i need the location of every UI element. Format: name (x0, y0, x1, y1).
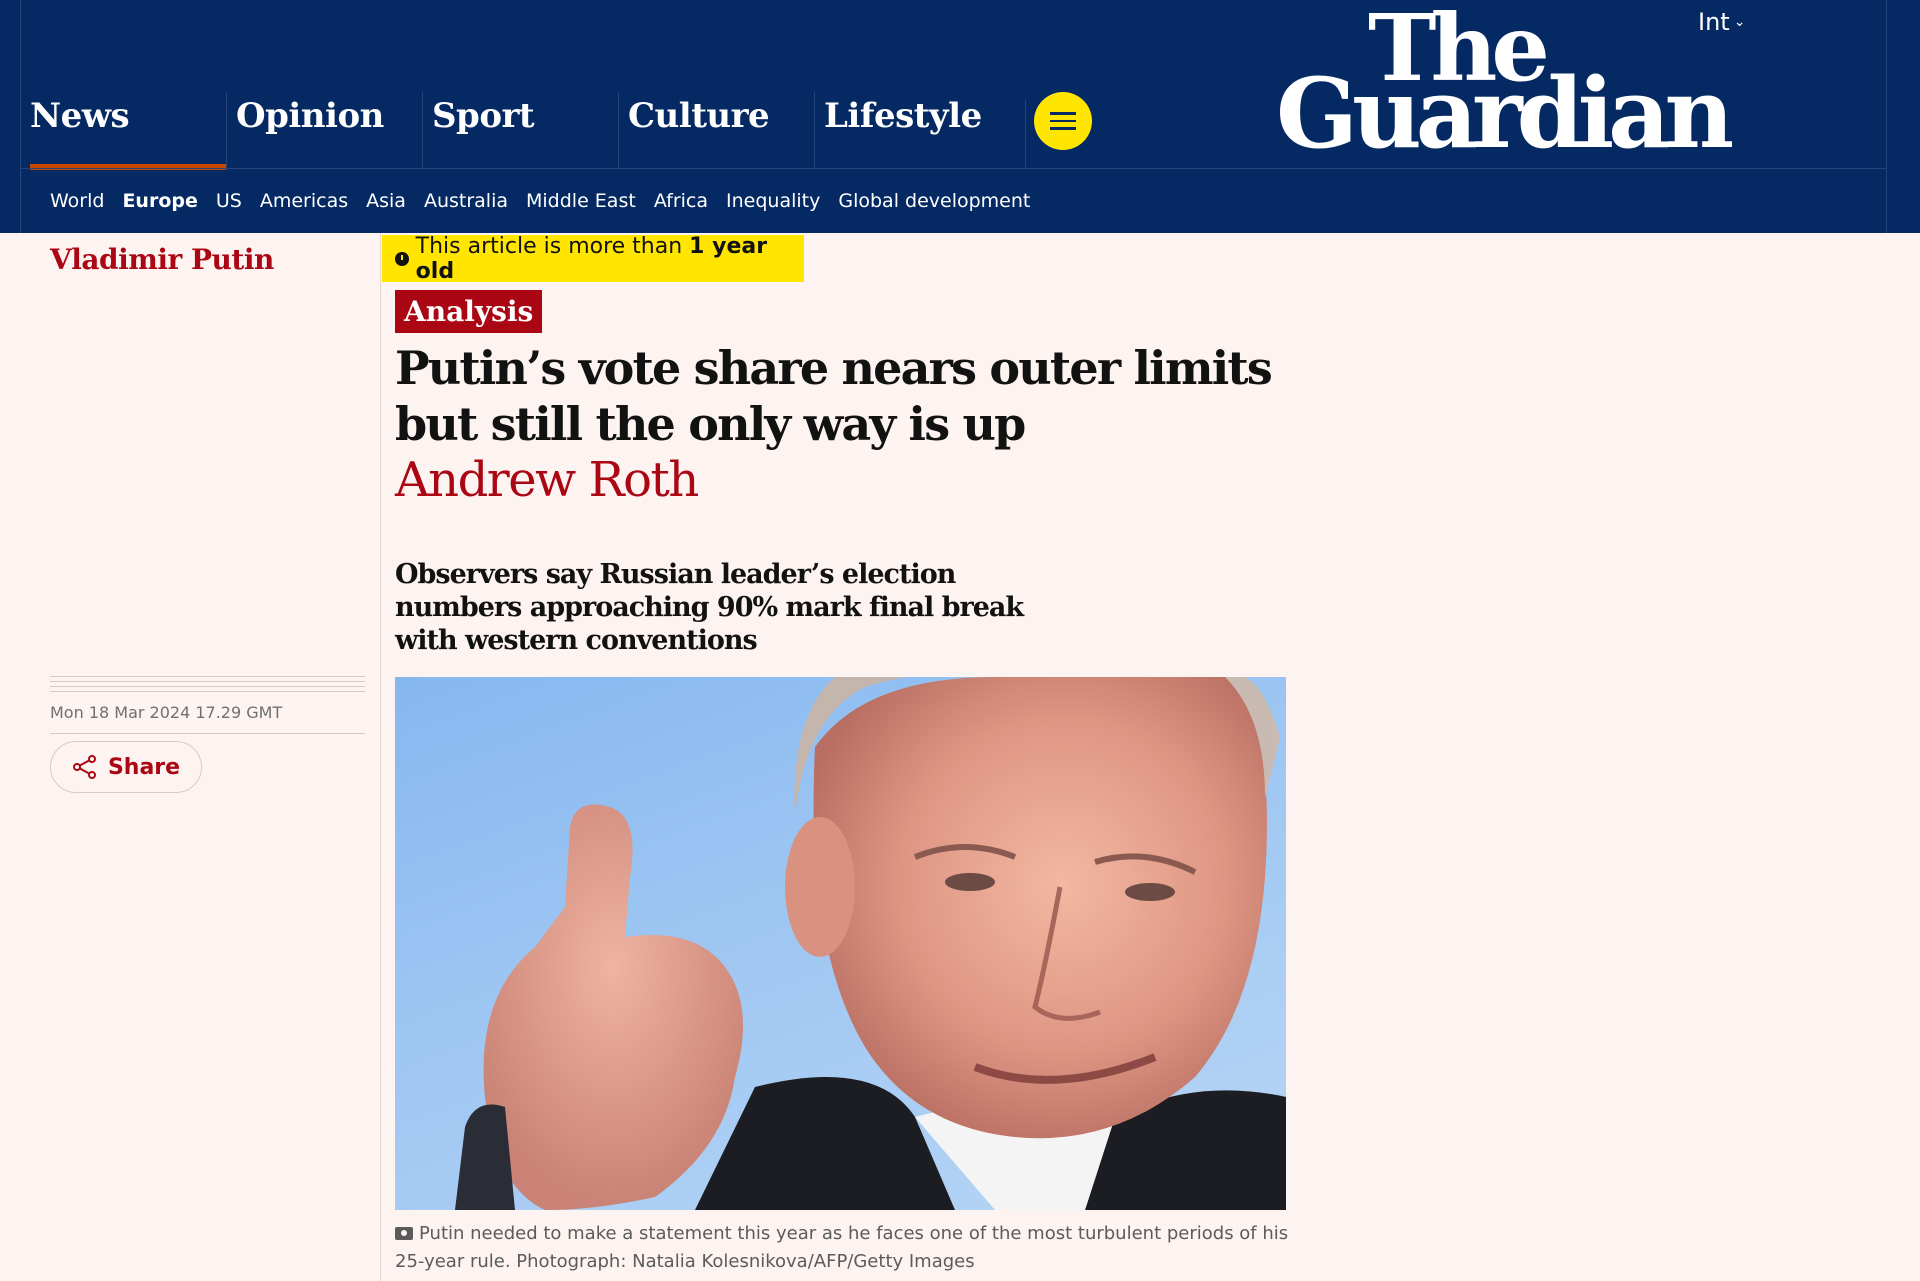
pillar-news[interactable]: News (30, 92, 226, 170)
age-notice-prefix: This article is more than (415, 233, 690, 259)
guardian-logo[interactable]: The Guardian (1276, 0, 1746, 168)
portrait-illustration (455, 677, 1286, 1210)
header-divider (20, 168, 1887, 169)
menu-icon-bar (1050, 119, 1076, 123)
author-byline[interactable]: Andrew Roth (395, 452, 699, 508)
rule-line (50, 691, 365, 692)
photo-caption: Putin needed to make a statement this ye… (395, 1220, 1295, 1276)
subnav-middle-east[interactable]: Middle East (526, 190, 636, 212)
subnav-africa[interactable]: Africa (654, 190, 708, 212)
dateline-divider (50, 733, 365, 734)
section-subnav: World Europe US Americas Asia Australia … (50, 190, 1030, 212)
article-headline: Putin’s vote share nears outer limits bu… (395, 341, 1273, 451)
rule-line (50, 686, 365, 687)
rule-line (50, 676, 365, 677)
share-icon (72, 755, 96, 779)
pillar-divider (1025, 100, 1026, 168)
menu-icon-bar (1050, 127, 1076, 130)
subnav-australia[interactable]: Australia (424, 190, 508, 212)
logo-line-2: Guardian (1276, 57, 1734, 170)
pillar-opinion[interactable]: Opinion (226, 92, 422, 170)
subnav-inequality[interactable]: Inequality (726, 190, 820, 212)
subnav-us[interactable]: US (216, 190, 242, 212)
article-dateline[interactable]: Mon 18 Mar 2024 17.29 GMT (50, 703, 282, 722)
series-link[interactable]: Vladimir Putin (50, 243, 274, 276)
meta-rule (50, 676, 365, 696)
site-header: Int ⌄ The Guardian News Opinion Sport Cul… (0, 0, 1920, 233)
lead-photo (395, 677, 1286, 1210)
menu-icon (1050, 112, 1076, 115)
subnav-europe[interactable]: Europe (122, 190, 197, 212)
subnav-americas[interactable]: Americas (260, 190, 348, 212)
menu-button[interactable] (1034, 92, 1092, 150)
subnav-asia[interactable]: Asia (366, 190, 406, 212)
pillar-sport[interactable]: Sport (422, 92, 618, 170)
rule-line (50, 681, 365, 682)
share-label: Share (107, 754, 181, 780)
subnav-global-development[interactable]: Global development (838, 190, 1030, 212)
pillar-nav: News Opinion Sport Culture Lifestyle (30, 92, 1010, 170)
share-button[interactable]: Share (50, 741, 202, 793)
pillar-culture[interactable]: Culture (618, 92, 814, 170)
clock-icon (395, 251, 409, 266)
camera-icon (395, 1227, 413, 1240)
article-kicker: Analysis (395, 290, 543, 333)
article-standfirst: Observers say Russian leader’s election … (395, 559, 1024, 656)
age-notice-text: This article is more than 1 year old (416, 234, 804, 284)
subnav-world[interactable]: World (50, 190, 104, 212)
caption-text: Putin needed to make a statement this ye… (395, 1223, 1289, 1272)
pillar-lifestyle[interactable]: Lifestyle (814, 92, 1010, 170)
column-divider (380, 233, 381, 1281)
article-age-notice: This article is more than 1 year old (382, 234, 804, 284)
